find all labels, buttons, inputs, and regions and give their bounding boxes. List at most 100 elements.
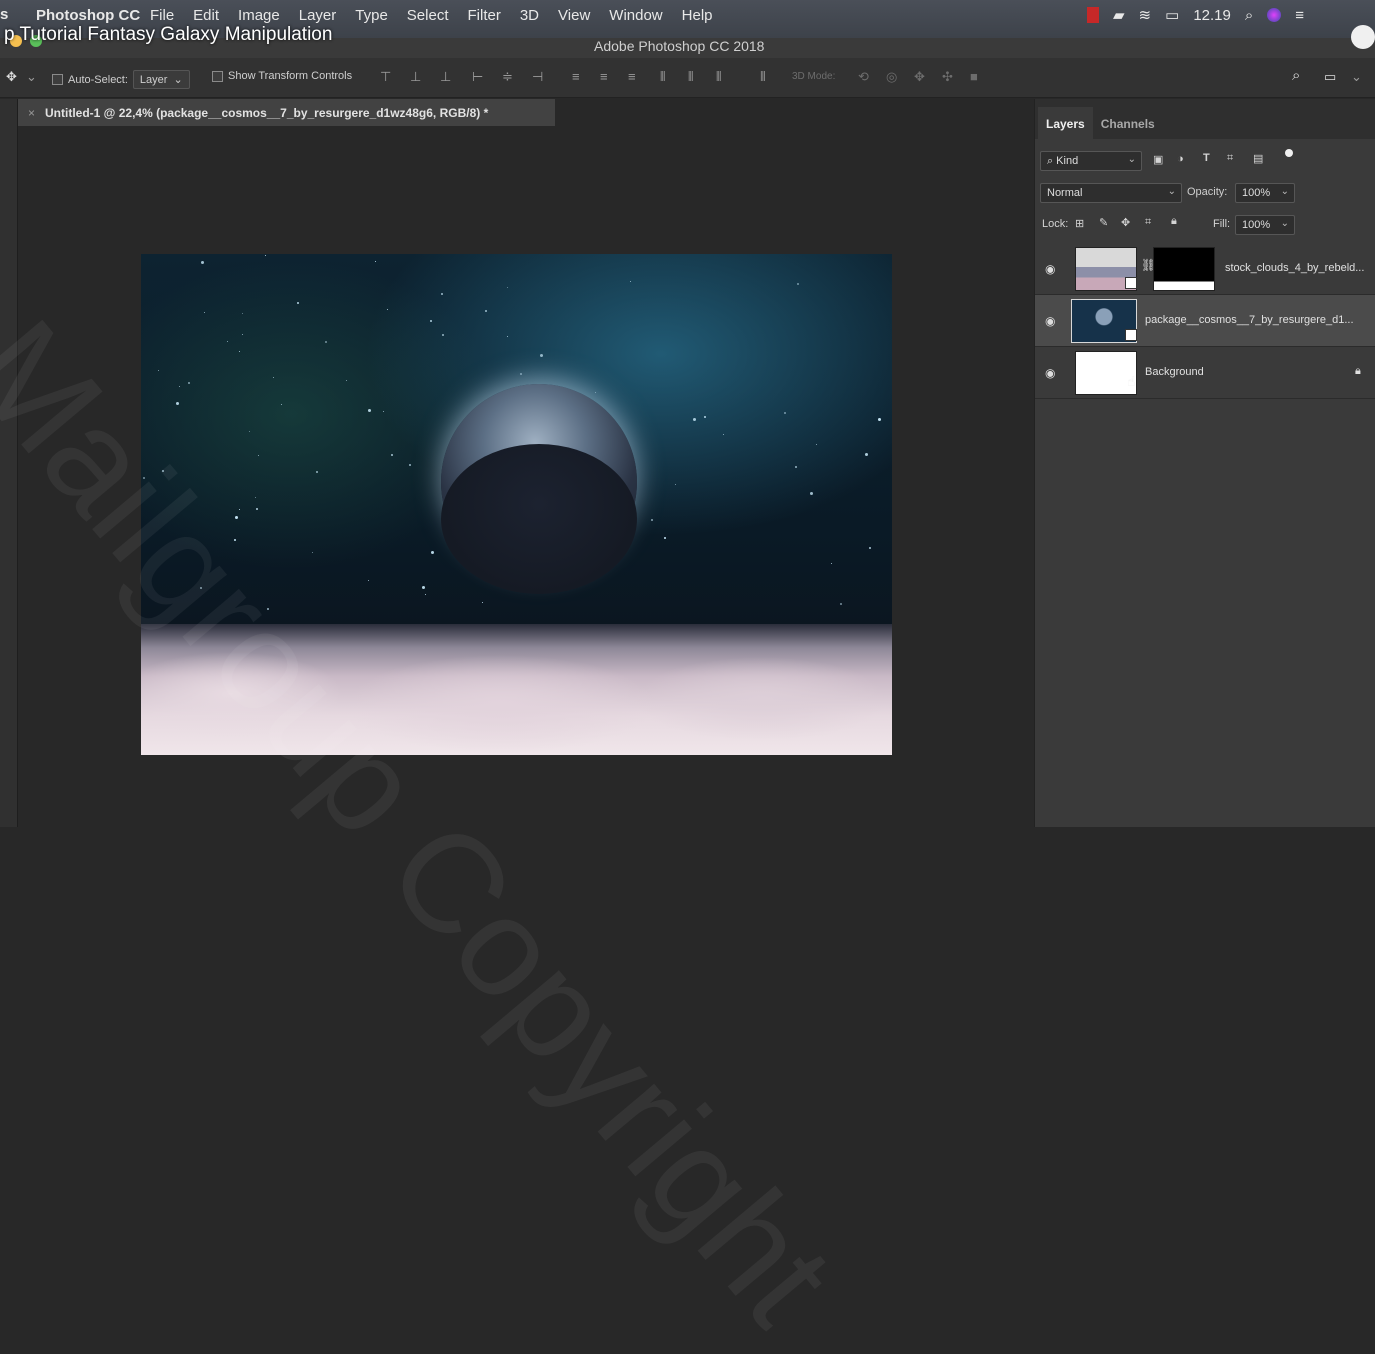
star: [816, 444, 817, 445]
star: [368, 409, 371, 412]
fill-field[interactable]: 100% ⌄: [1235, 215, 1295, 235]
app-name-menu[interactable]: Photoshop CC: [36, 7, 140, 24]
apple-logo-icon[interactable]: s: [0, 6, 8, 23]
filter-pixel-icon[interactable]: ▣: [1153, 153, 1163, 166]
distribute-top-icon[interactable]: ≡: [572, 69, 580, 84]
fill-label: Fill:: [1213, 218, 1231, 230]
notification-center-icon[interactable]: ≡: [1295, 7, 1304, 24]
tool-preset-chevron-icon[interactable]: ⌄: [26, 69, 37, 85]
blend-mode-dropdown[interactable]: Normal ⌄: [1040, 183, 1182, 203]
menu-help[interactable]: Help: [682, 7, 713, 24]
star: [375, 261, 376, 262]
star: [201, 261, 204, 264]
show-transform-checkbox[interactable]: [212, 70, 223, 82]
layer-mask-thumbnail[interactable]: [1153, 247, 1215, 291]
search-icon: ⌕: [1047, 154, 1054, 167]
star: [297, 302, 299, 304]
options-bar: ✥ ⌄ Auto-Select: Layer ⌄ Show Transform …: [0, 58, 1375, 98]
close-document-icon[interactable]: ×: [28, 106, 35, 120]
menu-view[interactable]: View: [558, 7, 590, 24]
show-transform-label: Show Transform Controls: [228, 70, 353, 82]
distribute-center-icon[interactable]: ≡: [600, 69, 608, 84]
lock-row: Lock: ⊞ ✎ ✥ ⌗ 🔒︎ Fill: 100% ⌄: [1035, 209, 1375, 241]
align-left-icon[interactable]: ⊢: [472, 69, 483, 85]
opacity-field[interactable]: 100% ⌄: [1235, 183, 1295, 203]
document-tab[interactable]: × Untitled-1 @ 22,4% (package__cosmos__7…: [18, 99, 555, 126]
menu-file[interactable]: File: [150, 7, 174, 24]
star: [176, 402, 179, 405]
filter-kind-dropdown[interactable]: ⌕ Kind ⌄: [1040, 151, 1142, 171]
tab-channels[interactable]: Channels: [1093, 107, 1163, 139]
3d-orbit-icon[interactable]: ⟲: [858, 69, 869, 85]
menu-layer[interactable]: Layer: [299, 7, 337, 24]
clock-time[interactable]: 12.19: [1193, 7, 1231, 24]
filter-shape-icon[interactable]: ⌗: [1227, 152, 1233, 165]
align-top-icon[interactable]: ⊤: [380, 69, 391, 85]
distribute-right-icon[interactable]: ⫴: [716, 69, 721, 85]
workspace-icon[interactable]: ▭: [1324, 69, 1336, 85]
auto-select-checkbox[interactable]: [52, 74, 63, 85]
search-icon[interactable]: ⌕: [1292, 67, 1300, 84]
eye-icon[interactable]: ◉: [1045, 366, 1055, 380]
star: [267, 608, 269, 610]
video-clock-icon: [1351, 25, 1375, 49]
filter-type-icon[interactable]: T: [1203, 152, 1210, 164]
wifi-icon[interactable]: ≋: [1139, 6, 1152, 24]
lock-transparent-pixels-icon[interactable]: ⊞: [1075, 217, 1084, 230]
workspace-chevron-icon[interactable]: ⌄: [1351, 69, 1362, 85]
layers-panel: Layers Channels ⌕ Kind ⌄ ▣ ◑ T ⌗ ▤ Norma…: [1034, 99, 1375, 827]
distribute-left-icon[interactable]: ⫴: [660, 69, 665, 85]
align-horizontal-center-icon[interactable]: ≑: [502, 69, 513, 85]
align-bottom-icon[interactable]: ⊥: [440, 69, 451, 85]
lock-all-icon[interactable]: 🔒︎: [1171, 215, 1177, 228]
filter-smart-object-icon[interactable]: ▤: [1253, 152, 1263, 165]
star: [507, 336, 508, 337]
menu-window[interactable]: Window: [609, 7, 662, 24]
layer-row[interactable]: ◉ ☝︎ Background 🔒︎: [1035, 347, 1375, 399]
star: [485, 310, 487, 312]
menu-edit[interactable]: Edit: [193, 7, 219, 24]
video-record-icon[interactable]: [1087, 7, 1099, 23]
distribute-bottom-icon[interactable]: ≡: [628, 69, 636, 84]
layer-row[interactable]: ◉ ⛓︎ stock_clouds_4_by_rebeld...: [1035, 243, 1375, 295]
menu-3d[interactable]: 3D: [520, 7, 539, 24]
airplay-icon[interactable]: ▰: [1113, 6, 1125, 24]
3d-roll-icon[interactable]: ◎: [886, 69, 897, 85]
lock-artboard-icon[interactable]: ⌗: [1145, 216, 1151, 229]
filter-toggle-icon[interactable]: [1285, 149, 1293, 157]
star: [242, 334, 243, 335]
layer-row[interactable]: ◉ package__cosmos__7_by_resurgere_d1...: [1035, 295, 1375, 347]
auto-align-icon[interactable]: ⦀: [760, 69, 766, 85]
align-vertical-center-icon[interactable]: ⊥: [410, 69, 421, 85]
menu-image[interactable]: Image: [238, 7, 280, 24]
distribute-hcenter-icon[interactable]: ⫴: [688, 69, 693, 85]
star: [281, 404, 282, 405]
filter-adjustment-icon[interactable]: ◑: [1177, 153, 1184, 165]
3d-scale-icon[interactable]: ■: [970, 69, 978, 84]
menu-filter[interactable]: Filter: [468, 7, 501, 24]
eye-icon[interactable]: ◉: [1045, 262, 1055, 276]
move-tool-icon[interactable]: ✥: [6, 69, 17, 85]
tab-layers[interactable]: Layers: [1038, 107, 1093, 139]
tools-panel[interactable]: [0, 99, 18, 827]
3d-slide-icon[interactable]: ✣: [942, 69, 953, 85]
align-right-icon[interactable]: ⊣: [532, 69, 543, 85]
menu-type[interactable]: Type: [355, 7, 388, 24]
star: [409, 464, 411, 466]
lock-image-pixels-icon[interactable]: ✎: [1099, 216, 1108, 229]
eye-icon[interactable]: ◉: [1045, 314, 1055, 328]
3d-pan-icon[interactable]: ✥: [914, 69, 925, 85]
lock-icon[interactable]: 🔒︎: [1355, 365, 1361, 378]
star: [200, 587, 202, 589]
menu-select[interactable]: Select: [407, 7, 449, 24]
battery-icon[interactable]: ▭: [1165, 6, 1179, 24]
chevron-down-icon: ⌄: [173, 74, 183, 86]
spotlight-search-icon[interactable]: ⌕: [1245, 7, 1253, 24]
smart-object-badge-icon: [1125, 329, 1137, 341]
star: [482, 602, 483, 603]
star: [810, 492, 813, 495]
lock-position-icon[interactable]: ✥: [1121, 216, 1130, 229]
siri-icon[interactable]: [1267, 8, 1282, 22]
artwork-canvas[interactable]: [141, 254, 892, 755]
auto-select-dropdown[interactable]: Layer ⌄: [132, 70, 190, 89]
